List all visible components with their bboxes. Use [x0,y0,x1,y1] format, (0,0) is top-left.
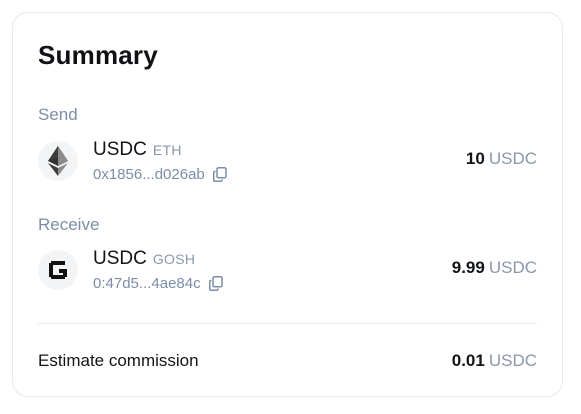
receive-token-chain: GOSH [152,251,196,267]
summary-title: Summary [38,40,158,70]
send-amount: 10 USDC [466,149,537,169]
receive-token-symbol: USDC [93,248,147,269]
send-amount-unit: USDC [488,149,537,168]
commission-amount: 0.01 USDC [452,351,537,371]
receive-amount: 9.99 USDC [452,258,537,278]
receive-address-text: 0:47d5...4ae84c [93,275,201,292]
send-token-row: USDC ETH 0x1856...d026ab 10 USDC [38,139,537,191]
copy-icon[interactable] [208,276,223,291]
send-token-chain: ETH [152,142,182,158]
send-token-name: USDC ETH [93,139,182,161]
ethereum-logo-icon [38,141,78,181]
send-token-symbol: USDC [93,139,147,160]
commission-label: Estimate commission [38,351,199,370]
receive-amount-unit: USDC [488,258,537,277]
commission-amount-unit: USDC [488,351,537,370]
copy-icon[interactable] [212,167,227,182]
receive-label: Receive [38,215,100,234]
summary-card: Summary Send USDC ETH 0x1856...d026ab 10… [12,12,563,397]
send-address: 0x1856...d026ab [93,166,227,183]
gosh-logo-icon [38,250,78,290]
receive-amount-value: 9.99 [451,258,485,277]
send-label: Send [38,105,78,124]
commission-amount-value: 0.01 [451,351,485,370]
receive-token-row: USDC GOSH 0:47d5...4ae84c 9.99 USDC [38,248,537,300]
send-address-text: 0x1856...d026ab [93,166,205,183]
receive-address: 0:47d5...4ae84c [93,275,223,292]
receive-token-name: USDC GOSH [93,248,195,270]
send-amount-value: 10 [465,149,485,168]
divider [38,323,537,324]
